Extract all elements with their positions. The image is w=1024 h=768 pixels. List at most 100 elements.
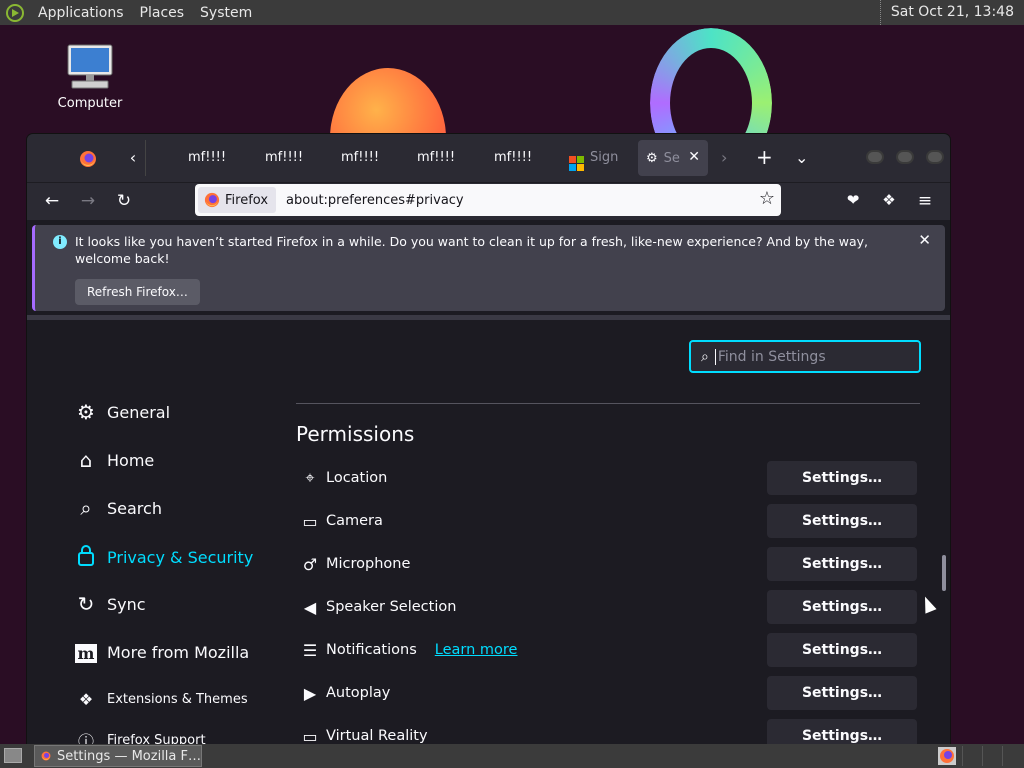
tab-mf-1[interactable]: mf!!!! (188, 150, 226, 168)
identity-label: Firefox (225, 192, 269, 208)
extensions-icon[interactable]: ❖ (877, 191, 901, 213)
microphone-icon: ♂ (302, 554, 318, 574)
category-home[interactable]: ⌂ Home (73, 448, 155, 472)
bottom-panel: Settings — Mozilla F… (0, 744, 1024, 768)
permissions-heading: Permissions (296, 422, 415, 446)
close-notification-icon[interactable]: ✕ (918, 231, 931, 249)
tab-scroll-right-icon[interactable]: › (721, 148, 727, 167)
category-more-from-mozilla[interactable]: m More from Mozilla (73, 640, 249, 664)
location-settings-button[interactable]: Settings… (767, 461, 917, 495)
firefox-icon (204, 192, 220, 208)
taskbar-firefox-window[interactable]: Settings — Mozilla F… (34, 745, 202, 767)
scrollbar-thumb[interactable] (942, 555, 946, 591)
section-divider (296, 403, 920, 404)
list-all-tabs-icon[interactable]: ⌄ (795, 148, 808, 167)
category-label: Home (107, 450, 155, 470)
permission-virtual-reality: ▭ Virtual Reality Settings… (300, 719, 920, 744)
info-icon: i (53, 235, 67, 249)
permission-label: Autoplay (326, 685, 391, 701)
top-panel: Applications Places System Sat Oct 21, 1… (0, 0, 1024, 25)
permission-location: ⌖ Location Settings… (300, 461, 920, 495)
distro-logo-icon[interactable] (6, 3, 26, 22)
link-label: Firefox Support (107, 732, 206, 745)
category-search[interactable]: ⌕ Search (73, 496, 162, 520)
forward-icon[interactable]: → (76, 191, 100, 213)
app-menu-icon[interactable]: ≡ (913, 191, 937, 213)
permission-label: Virtual Reality (326, 728, 428, 744)
url-text[interactable]: about:preferences#privacy (286, 193, 464, 208)
tab-mf-5[interactable]: mf!!!! (494, 150, 532, 168)
category-label: Search (107, 498, 162, 518)
computer-icon (66, 44, 114, 90)
pocket-icon[interactable]: ❤ (841, 191, 865, 213)
lock-icon (73, 544, 99, 571)
places-menu[interactable]: Places (132, 5, 193, 21)
category-privacy-security[interactable]: Privacy & Security (73, 544, 253, 571)
notification-message: It looks like you haven’t started Firefo… (75, 234, 868, 266)
notification-icon: ☰ (302, 640, 318, 660)
tab-mf-4[interactable]: mf!!!! (417, 150, 455, 168)
find-in-settings-input[interactable] (714, 348, 905, 365)
speaker-icon: ◀ (303, 597, 317, 617)
vr-settings-button[interactable]: Settings… (767, 719, 917, 744)
tab-label: Sign (590, 150, 619, 165)
applications-menu[interactable]: Applications (30, 5, 132, 21)
firefox-icon (41, 751, 51, 761)
extensions-themes-link[interactable]: ❖ Extensions & Themes (73, 690, 248, 709)
category-general[interactable]: ⚙ General (73, 400, 170, 424)
close-window-icon[interactable] (926, 150, 944, 164)
microphone-settings-button[interactable]: Settings… (767, 547, 917, 581)
category-label: General (107, 402, 171, 422)
firefox-tray-icon[interactable] (938, 747, 956, 765)
system-menu[interactable]: System (192, 5, 260, 21)
speaker-settings-button[interactable]: Settings… (767, 590, 917, 624)
firefox-support-link[interactable]: ⓘ Firefox Support (73, 728, 206, 744)
notifications-settings-button[interactable]: Settings… (767, 633, 917, 667)
learn-more-link[interactable]: Learn more (435, 642, 518, 658)
permission-camera: ▭ Camera Settings… (300, 504, 920, 538)
home-icon: ⌂ (79, 448, 93, 472)
workspace-1[interactable] (962, 746, 978, 766)
vr-icon: ▭ (302, 726, 318, 745)
tab-mf-2[interactable]: mf!!!! (265, 150, 303, 168)
category-sync[interactable]: ↻ Sync (73, 592, 146, 616)
refresh-notification: i It looks like you haven’t started Fire… (32, 225, 945, 311)
permission-label: Location (326, 470, 388, 486)
camera-settings-button[interactable]: Settings… (767, 504, 917, 538)
clock[interactable]: Sat Oct 21, 13:48 (879, 0, 1024, 25)
firefox-view-icon[interactable] (79, 150, 97, 172)
settings-content: ⌕ ⚙ General ⌂ Home ⌕ Search Privacy & Se… (27, 315, 950, 744)
reload-icon[interactable]: ↻ (112, 191, 136, 213)
tab-bar: ‹ mf!!!! mf!!!! mf!!!! mf!!!! mf!!!! Sig… (27, 134, 950, 182)
tab-mf-3[interactable]: mf!!!! (341, 150, 379, 168)
permission-autoplay: ▶ Autoplay Settings… (300, 676, 920, 710)
autoplay-settings-button[interactable]: Settings… (767, 676, 917, 710)
bookmark-star-icon[interactable]: ☆ (759, 188, 775, 209)
taskbar-label: Settings — Mozilla F… (57, 748, 201, 764)
desktop-icon-computer[interactable]: Computer (50, 44, 130, 111)
url-bar[interactable]: Firefox about:preferences#privacy ☆ (195, 184, 781, 216)
category-label: Sync (107, 594, 146, 614)
permission-speaker-selection: ◀ Speaker Selection Settings… (300, 590, 920, 624)
new-tab-icon[interactable]: + (756, 145, 773, 169)
tab-microsoft-signin[interactable]: Sign (569, 150, 619, 171)
refresh-firefox-button[interactable]: Refresh Firefox… (75, 279, 200, 305)
permission-label: Notifications (326, 642, 417, 658)
firefox-window: ‹ mf!!!! mf!!!! mf!!!! mf!!!! mf!!!! Sig… (27, 134, 950, 744)
back-icon[interactable]: ← (40, 191, 64, 213)
workspace-3[interactable] (1002, 746, 1018, 766)
minimize-window-icon[interactable] (866, 150, 884, 164)
show-desktop-icon[interactable] (4, 748, 22, 763)
tab-separator (145, 140, 146, 176)
maximize-window-icon[interactable] (896, 150, 914, 164)
workspace-2[interactable] (982, 746, 998, 766)
search-icon: ⌕ (80, 496, 92, 520)
identity-chip[interactable]: Firefox (198, 187, 277, 213)
tab-scroll-left-icon[interactable]: ‹ (121, 148, 145, 170)
settings-search[interactable]: ⌕ (689, 340, 921, 373)
puzzle-icon: ❖ (78, 690, 94, 709)
desktop-icon-label: Computer (57, 96, 123, 111)
close-tab-icon[interactable]: ✕ (688, 149, 700, 165)
category-label: More from Mozilla (107, 642, 250, 662)
tab-settings[interactable]: ⚙ Se ✕ (638, 140, 708, 176)
